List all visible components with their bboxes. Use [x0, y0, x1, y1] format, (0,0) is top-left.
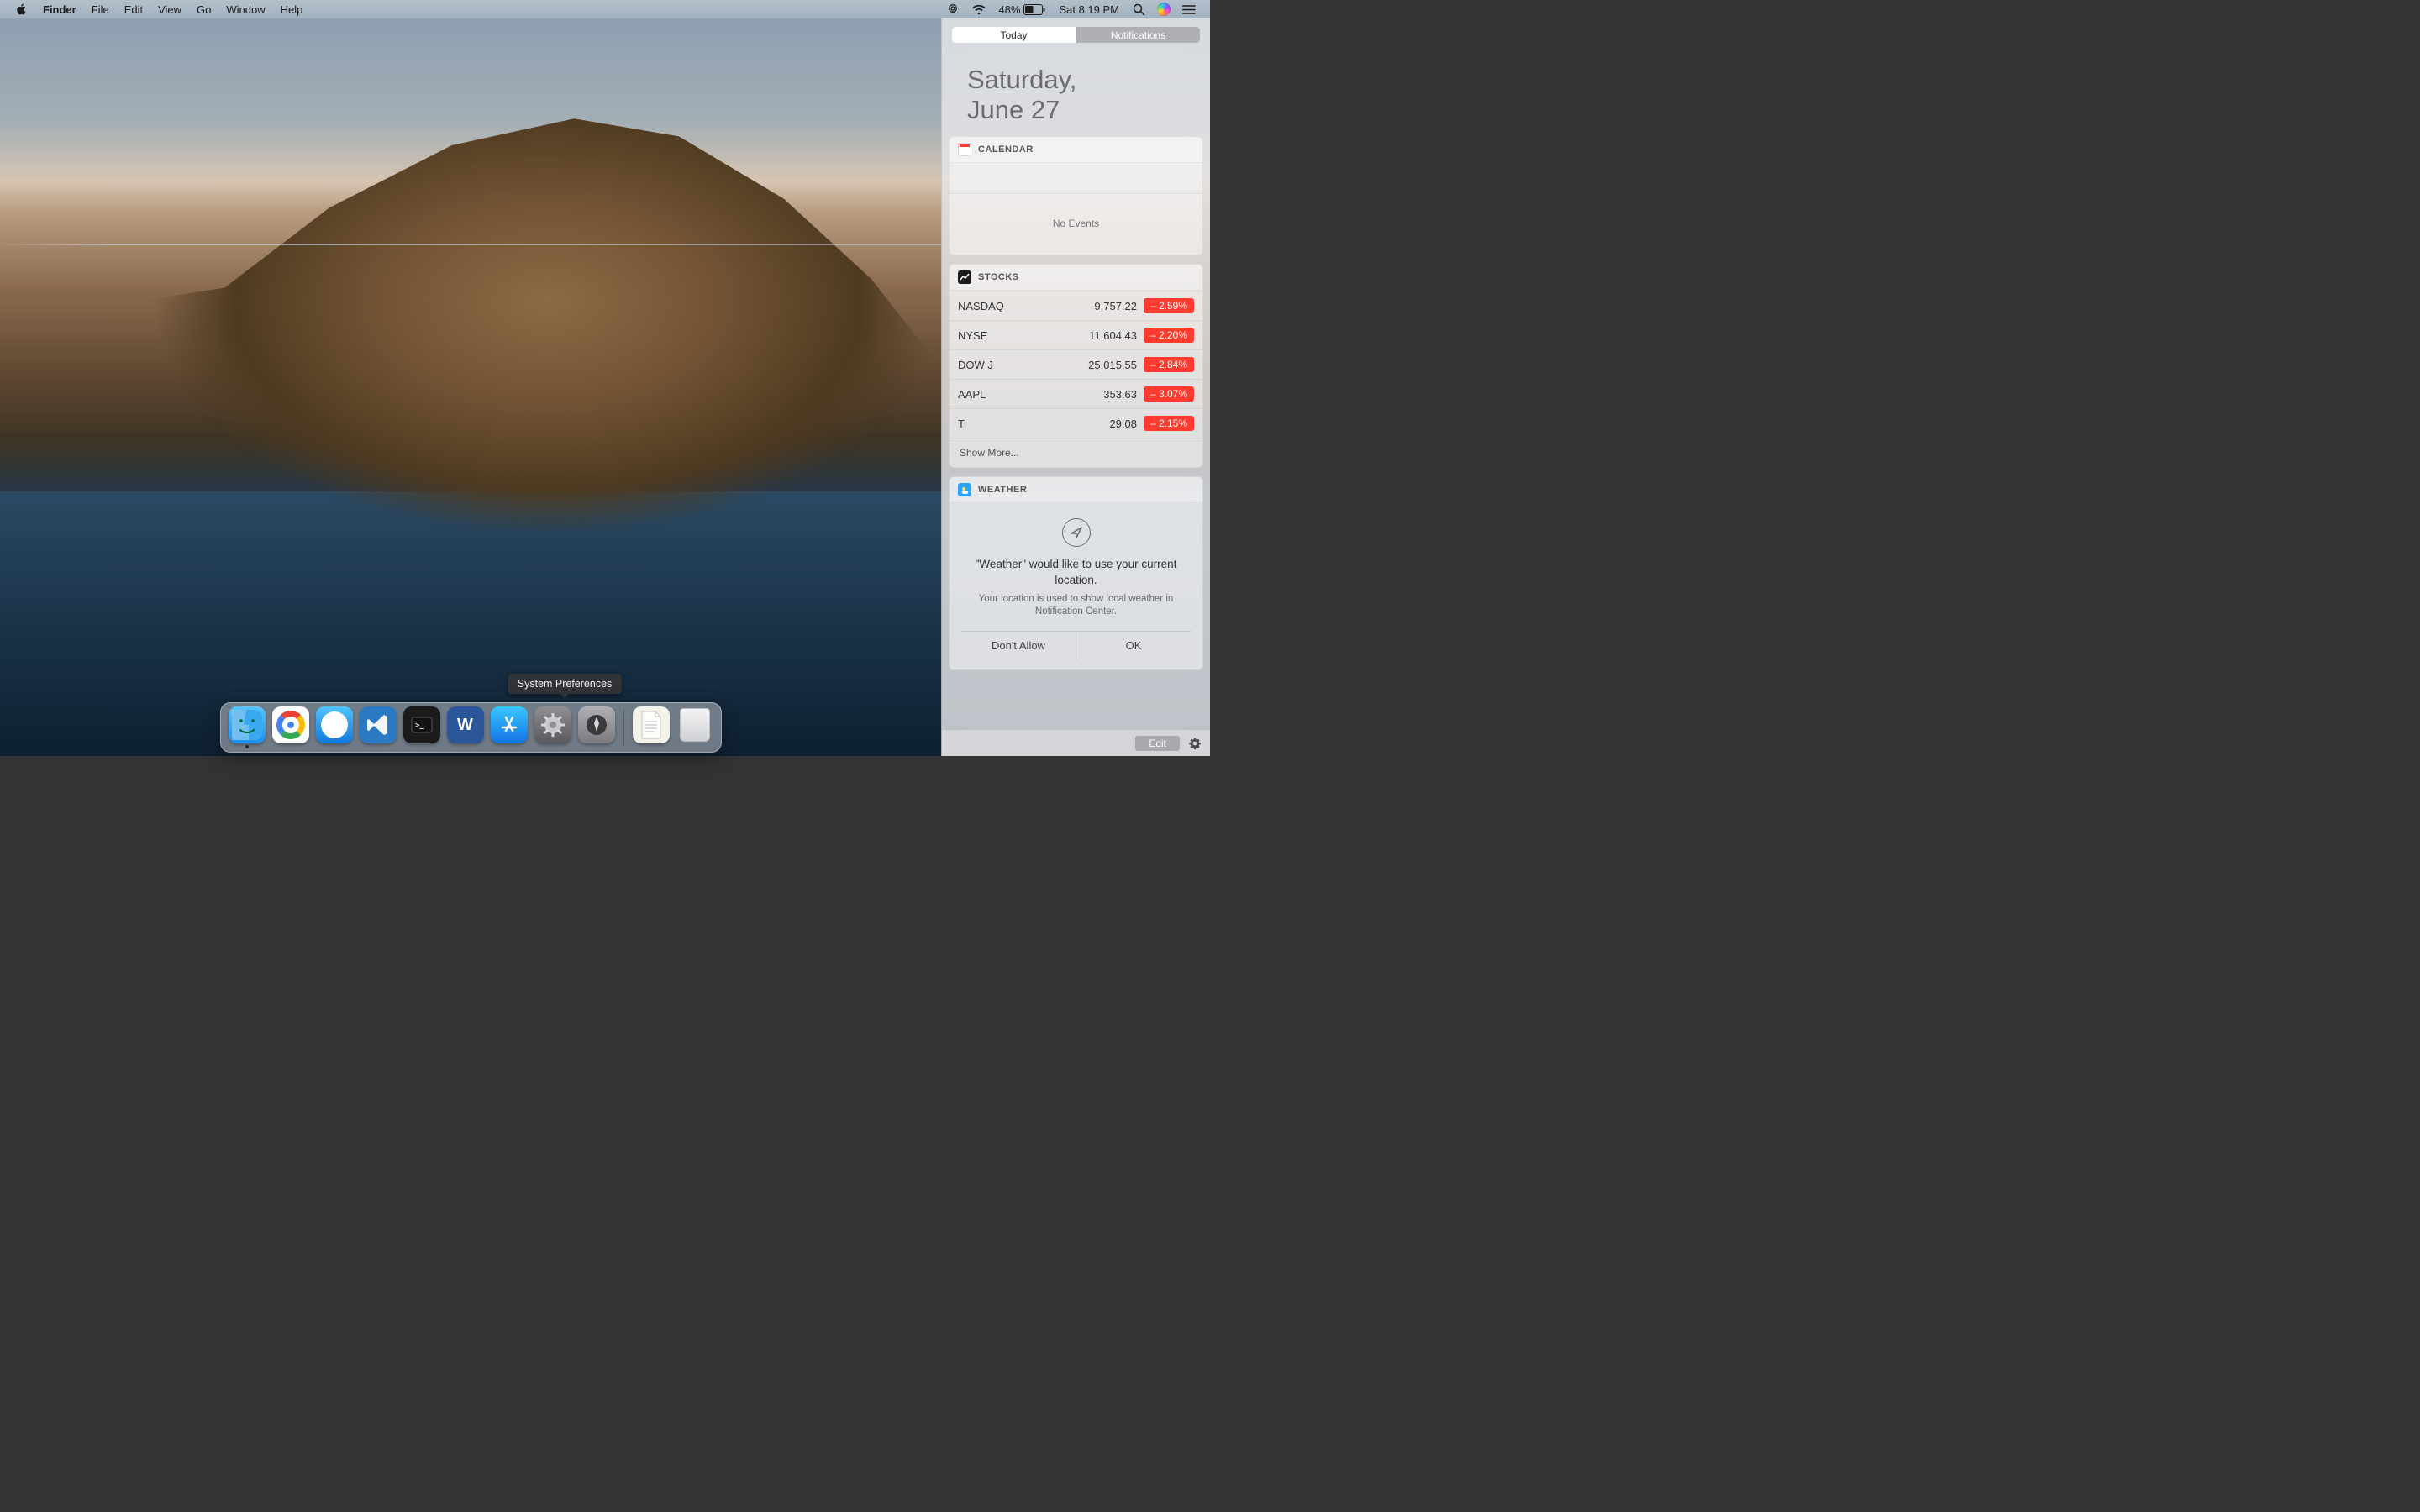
nc-tab-bar: Today Notifications: [952, 27, 1200, 43]
stock-row[interactable]: NASDAQ9,757.22– 2.59%: [950, 291, 1202, 320]
stock-row[interactable]: AAPL353.63– 3.07%: [950, 379, 1202, 408]
menu-window[interactable]: Window: [218, 0, 272, 18]
terminal-icon: >_: [403, 706, 440, 743]
stock-symbol: NYSE: [958, 329, 1081, 342]
launchpad-icon: [578, 706, 615, 743]
stock-change: – 3.07%: [1144, 386, 1194, 402]
trash-icon: [676, 706, 713, 743]
menu-help[interactable]: Help: [273, 0, 311, 18]
system-preferences-icon: [534, 706, 571, 743]
stock-row[interactable]: DOW J25,015.55– 2.84%: [950, 349, 1202, 379]
dock-system-preferences[interactable]: [534, 706, 572, 748]
stock-row[interactable]: NYSE11,604.43– 2.20%: [950, 320, 1202, 349]
stock-symbol: DOW J: [958, 359, 1081, 371]
dock-finder[interactable]: [228, 706, 266, 748]
safari-icon: [316, 706, 353, 743]
menu-view[interactable]: View: [150, 0, 189, 18]
stocks-icon: [958, 270, 971, 284]
notification-center-panel: Today Notifications Saturday, June 27 CA…: [941, 18, 1210, 756]
chrome-icon: [272, 706, 309, 743]
dock-launchpad[interactable]: [577, 706, 616, 748]
dock-appstore[interactable]: [490, 706, 529, 748]
calendar-icon: [958, 143, 971, 156]
dock-separator: [623, 709, 624, 746]
stock-price: 353.63: [1081, 388, 1144, 401]
stock-change: – 2.20%: [1144, 328, 1194, 343]
nc-edit-button[interactable]: Edit: [1135, 736, 1180, 751]
dock-safari[interactable]: [315, 706, 354, 748]
weather-ok-button[interactable]: OK: [1076, 632, 1191, 659]
menu-app-name[interactable]: Finder: [35, 0, 84, 18]
weather-permission-subtitle: Your location is used to show local weat…: [961, 593, 1191, 619]
stocks-list: NASDAQ9,757.22– 2.59%NYSE11,604.43– 2.20…: [950, 291, 1202, 438]
stock-price: 29.08: [1081, 417, 1144, 430]
dock-document[interactable]: [632, 706, 671, 748]
dock-terminal[interactable]: >_: [402, 706, 441, 748]
stock-symbol: AAPL: [958, 388, 1081, 401]
dock-chrome[interactable]: [271, 706, 310, 748]
stock-price: 11,604.43: [1081, 329, 1144, 342]
nc-date-line2: June 27: [967, 95, 1185, 125]
dock: >_ W: [220, 702, 722, 753]
stock-price: 9,757.22: [1081, 300, 1144, 312]
widget-weather-title: WEATHER: [978, 485, 1027, 495]
status-notification-center-icon[interactable]: [1176, 0, 1202, 18]
dock-vscode[interactable]: [359, 706, 397, 748]
vscode-icon: [360, 706, 397, 743]
nc-footer: Edit: [942, 729, 1210, 756]
finder-icon: [229, 706, 266, 743]
status-spotlight-icon[interactable]: [1127, 0, 1151, 18]
widget-stocks-title: STOCKS: [978, 272, 1019, 282]
battery-percent-label: 48%: [998, 3, 1020, 16]
nc-scroll-area[interactable]: Saturday, June 27 CALENDAR No Events: [942, 50, 1210, 729]
calendar-no-events: No Events: [950, 193, 1202, 255]
document-icon: [633, 706, 670, 743]
nc-tab-notifications[interactable]: Notifications: [1076, 27, 1200, 43]
menu-file[interactable]: File: [84, 0, 117, 18]
svg-text:>_: >_: [415, 722, 424, 730]
stock-change: – 2.15%: [1144, 416, 1194, 431]
weather-dont-allow-button[interactable]: Don't Allow: [961, 632, 1076, 659]
nc-date-header: Saturday, June 27: [949, 50, 1203, 136]
stock-symbol: NASDAQ: [958, 300, 1081, 312]
widget-calendar-title: CALENDAR: [978, 144, 1034, 155]
widget-stocks: STOCKS NASDAQ9,757.22– 2.59%NYSE11,604.4…: [949, 264, 1203, 468]
nc-tab-today[interactable]: Today: [952, 27, 1076, 43]
word-icon: W: [447, 706, 484, 743]
apple-menu[interactable]: [8, 0, 35, 18]
stock-change: – 2.59%: [1144, 298, 1194, 313]
battery-icon: [1023, 4, 1045, 15]
status-clock[interactable]: Sat 8:19 PM: [1051, 0, 1127, 18]
stock-price: 25,015.55: [1081, 359, 1144, 371]
weather-icon: [958, 483, 971, 496]
menu-bar: Finder File Edit View Go Window Help 48%…: [0, 0, 1210, 18]
appstore-icon: [491, 706, 528, 743]
status-wifi-icon[interactable]: [965, 0, 992, 18]
weather-permission-title: "Weather" would like to use your current…: [961, 557, 1191, 587]
status-siri-icon[interactable]: [1151, 0, 1176, 18]
nc-date-line1: Saturday,: [967, 65, 1185, 95]
stock-row[interactable]: T29.08– 2.15%: [950, 408, 1202, 438]
menu-go[interactable]: Go: [189, 0, 218, 18]
location-arrow-icon: [1062, 518, 1091, 547]
stock-change: – 2.84%: [1144, 357, 1194, 372]
menu-edit[interactable]: Edit: [117, 0, 150, 18]
widget-calendar: CALENDAR No Events: [949, 136, 1203, 255]
dock-word[interactable]: W: [446, 706, 485, 748]
status-battery[interactable]: 48%: [992, 0, 1051, 18]
widget-weather: WEATHER "Weather" would like to use your…: [949, 476, 1203, 669]
stock-symbol: T: [958, 417, 1081, 430]
dock-trash[interactable]: [676, 706, 714, 748]
nc-settings-gear-icon[interactable]: [1188, 737, 1202, 750]
stocks-show-more[interactable]: Show More...: [950, 438, 1202, 467]
status-airplay-icon[interactable]: [940, 0, 965, 18]
